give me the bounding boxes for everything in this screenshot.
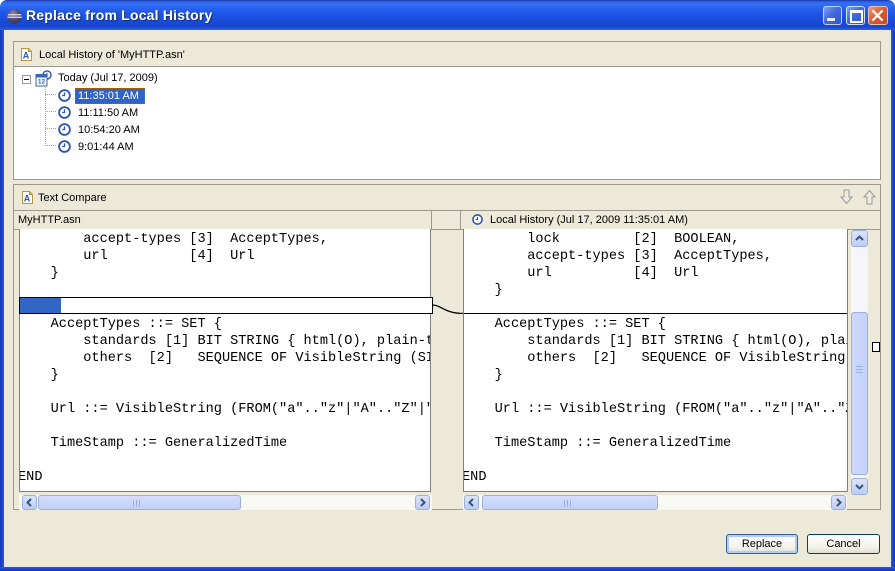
svg-text:12: 12 [38, 79, 46, 86]
svg-text:A: A [24, 194, 31, 204]
svg-text:A: A [23, 51, 30, 61]
